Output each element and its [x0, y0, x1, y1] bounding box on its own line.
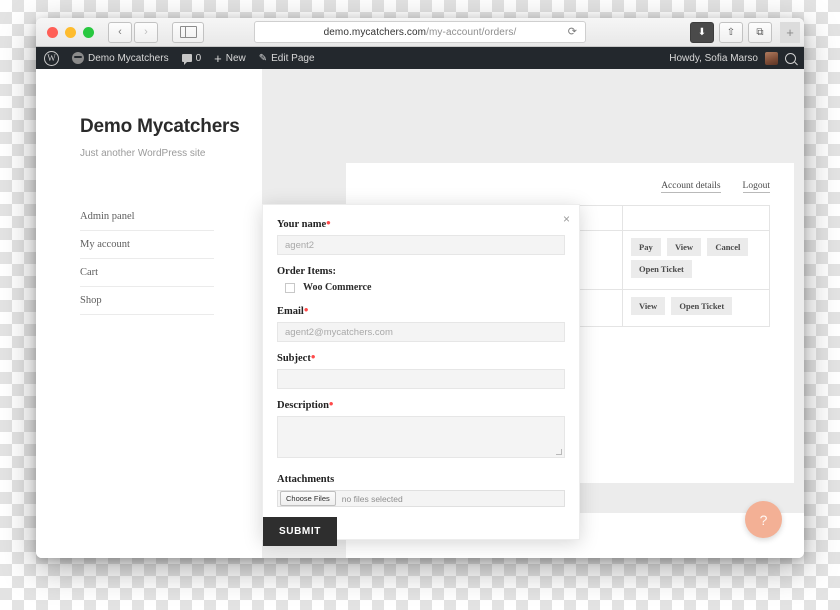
close-icon[interactable]: ×	[563, 213, 570, 225]
email-field-label: Email•	[277, 302, 309, 317]
window-controls[interactable]	[47, 26, 94, 38]
comment-bubble-icon	[181, 54, 192, 65]
view-button[interactable]: View	[631, 297, 666, 315]
email-field[interactable]: agent2@mycatchers.com	[277, 322, 565, 342]
sidebar-item-shop[interactable]: Shop	[80, 287, 214, 316]
file-input-row[interactable]: Choose Files no files selected	[277, 490, 565, 507]
close-window-icon[interactable]	[47, 26, 58, 38]
order-items-label: Order Items:	[277, 266, 336, 277]
minimize-window-icon[interactable]	[65, 26, 76, 38]
description-field-label: Description•	[277, 396, 334, 411]
sidebar-item-cart[interactable]: Cart	[80, 259, 214, 288]
admin-bar-new[interactable]: + New	[214, 52, 246, 65]
forward-button[interactable]: ›	[134, 21, 158, 43]
view-button[interactable]: View	[666, 238, 702, 256]
pay-button[interactable]: Pay	[631, 238, 661, 256]
sidebar-nav: Admin panel My account Cart Shop	[80, 203, 214, 316]
new-tab-button[interactable]: +	[780, 21, 800, 43]
howdy-label: Howdy, Sofia Marso	[669, 52, 758, 64]
order-actions: View Open Ticket	[622, 289, 770, 327]
page-body: Demo Mycatchers Just another WordPress s…	[36, 69, 804, 558]
browser-window: ‹ › demo.mycatchers.com/my-account/order…	[36, 18, 804, 558]
address-bar[interactable]: demo.mycatchers.com/my-account/orders/ ⟳	[254, 21, 586, 43]
plus-icon: +	[214, 50, 222, 66]
new-label: New	[225, 52, 246, 64]
choose-files-button[interactable]: Choose Files	[280, 491, 336, 506]
admin-bar-site-name[interactable]: Demo Mycatchers	[72, 52, 169, 64]
name-field-label: Your name•	[277, 215, 331, 230]
sidebar-item-admin-panel[interactable]: Admin panel	[80, 203, 214, 232]
wp-logo-menu[interactable]: W	[44, 50, 59, 66]
attachments-label: Attachments	[277, 474, 335, 485]
open-ticket-button[interactable]: Open Ticket	[631, 260, 692, 278]
pencil-icon: ✎	[258, 52, 268, 64]
help-button[interactable]: ?	[745, 501, 782, 538]
open-ticket-modal: × Your name• agent2 Order Items: Woo Com…	[262, 204, 580, 546]
search-icon[interactable]	[785, 52, 796, 64]
name-input[interactable]: agent2	[277, 235, 565, 255]
url-text: demo.mycatchers.com/my-account/orders/	[323, 26, 517, 38]
woo-commerce-label: Woo Commerce	[303, 282, 372, 293]
submit-button[interactable]: SUBMIT	[263, 517, 337, 546]
maximize-window-icon[interactable]	[83, 26, 94, 38]
tabs-icon[interactable]: ⧉	[748, 21, 772, 43]
account-details-link[interactable]: Account details	[661, 181, 721, 193]
subject-input[interactable]	[277, 369, 565, 389]
site-name-label: Demo Mycatchers	[88, 52, 169, 64]
sidebar-toggle-button[interactable]	[172, 21, 204, 43]
wp-admin-bar: W Demo Mycatchers 0 + New ✎ Edit Page Ho…	[36, 47, 804, 69]
share-icon[interactable]: ⇧	[719, 21, 743, 43]
dashboard-icon	[72, 52, 84, 64]
browser-titlebar: ‹ › demo.mycatchers.com/my-account/order…	[36, 18, 804, 47]
account-nav: Account details Logout	[370, 181, 770, 193]
description-textarea[interactable]	[277, 416, 565, 458]
admin-bar-account[interactable]: Howdy, Sofia Marso	[669, 51, 796, 65]
open-ticket-button[interactable]: Open Ticket	[671, 297, 733, 315]
woo-commerce-checkbox[interactable]	[285, 282, 295, 293]
comment-count-label: 0	[195, 52, 202, 64]
edit-page-label: Edit Page	[271, 52, 315, 64]
admin-bar-edit-page[interactable]: ✎ Edit Page	[259, 53, 315, 64]
toolbar-buttons: ⬇ ⇧ ⧉	[690, 21, 772, 43]
site-description: Just another WordPress site	[80, 148, 206, 160]
wordpress-logo-icon: W	[44, 50, 59, 66]
reload-icon[interactable]: ⟳	[568, 26, 577, 38]
no-files-selected-label: no files selected	[341, 493, 403, 504]
download-icon[interactable]: ⬇	[690, 21, 714, 43]
order-item-checkbox-row[interactable]: Woo Commerce	[285, 282, 565, 293]
avatar[interactable]	[765, 51, 778, 65]
sidebar-icon	[179, 26, 197, 38]
back-button[interactable]: ‹	[108, 21, 132, 43]
site-sidebar: Demo Mycatchers Just another WordPress s…	[36, 69, 262, 558]
page-title: Demo Mycatchers	[80, 116, 240, 137]
cancel-button[interactable]: Cancel	[707, 238, 749, 256]
subject-field-label: Subject•	[277, 349, 316, 364]
admin-bar-comments[interactable]: 0	[181, 52, 202, 65]
logout-link[interactable]: Logout	[742, 181, 770, 193]
sidebar-item-my-account[interactable]: My account	[80, 231, 214, 260]
order-actions: Pay View Cancel Open Ticket	[622, 230, 770, 290]
navigation-buttons[interactable]: ‹ ›	[108, 21, 158, 43]
column-header-actions	[622, 205, 770, 231]
